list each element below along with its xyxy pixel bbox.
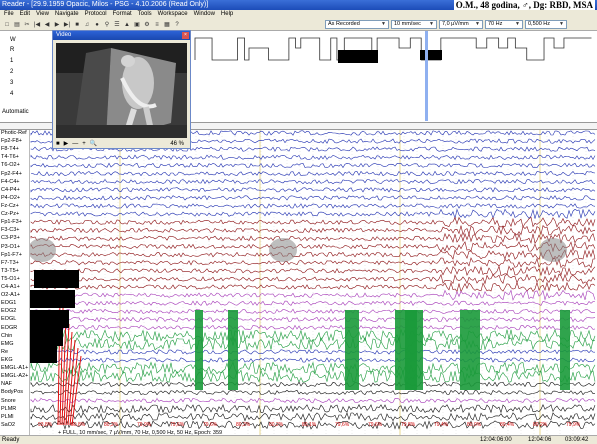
- status-time-1: 12:04:06:00: [480, 437, 512, 443]
- channel-label[interactable]: PLMR: [1, 406, 16, 412]
- annotation-box: [24, 310, 69, 328]
- emg-burst: [405, 310, 417, 390]
- stop-icon[interactable]: ■: [56, 141, 60, 147]
- emg-burst: [228, 310, 238, 390]
- status-ready: Ready: [2, 437, 20, 443]
- patient-video-image: [56, 43, 187, 138]
- zoom-in-icon[interactable]: +: [82, 141, 86, 147]
- artifact-marker: [539, 238, 567, 262]
- channel-label[interactable]: SaO2: [1, 422, 15, 428]
- annotation-box: [30, 290, 75, 308]
- channel-label[interactable]: EMGL-A1+: [1, 365, 28, 371]
- zoom-out-icon[interactable]: —: [72, 141, 78, 147]
- hypnogram-event-bar: [338, 50, 378, 63]
- video-controls: ■ ▶ — + 🔍 46 %: [56, 139, 187, 148]
- spo2-value: 79,6%: [335, 422, 350, 428]
- channel-label[interactable]: Cz-Pz+: [1, 211, 19, 217]
- annotation-box: [34, 270, 79, 288]
- emg-burst: [345, 310, 359, 390]
- spo2-value: 80,4%: [500, 422, 515, 428]
- video-window[interactable]: Video × ■ ▶ — + 🔍 46 %: [52, 30, 191, 149]
- channel-label[interactable]: Snore: [1, 398, 16, 404]
- video-close-icon[interactable]: ×: [182, 32, 189, 39]
- channel-label[interactable]: EOGR: [1, 325, 17, 331]
- channel-label[interactable]: Fp2-F4+: [1, 171, 22, 177]
- channel-label[interactable]: PLMl: [1, 414, 14, 420]
- channel-label[interactable]: P3-O1+: [1, 244, 20, 250]
- channel-label[interactable]: T6-O2+: [1, 162, 20, 168]
- channel-label[interactable]: C4-P4+: [1, 187, 20, 193]
- channel-label[interactable]: F3-C3+: [1, 227, 20, 233]
- emg-burst: [560, 310, 570, 390]
- spo2-value: 80,2%: [533, 422, 548, 428]
- channel-label[interactable]: T3-T5+: [1, 268, 19, 274]
- spo2-value: 79,6%: [203, 422, 218, 428]
- spo2-value: 79,4%: [434, 422, 449, 428]
- spo2-value: 80,2%: [104, 422, 119, 428]
- video-zoom-level: 46 %: [170, 140, 184, 147]
- video-title: Video: [53, 31, 190, 40]
- channel-label[interactable]: BodyPos: [1, 389, 23, 395]
- status-time-3: 03:09:42: [565, 437, 589, 443]
- spo2-value: 80,8%: [71, 422, 86, 428]
- video-frame: [56, 43, 187, 138]
- channel-label[interactable]: Re: [1, 349, 8, 355]
- spo2-value: 80,2%: [269, 422, 284, 428]
- channel-label[interactable]: Photic-Ref: [1, 130, 27, 136]
- trace-area: [30, 130, 597, 435]
- channel-label-column: Photic-Ref Fp2-F8+ F8-T4+ T4-T6+ T6-O2+ Fp2-F…: [0, 130, 30, 435]
- magnifier-icon[interactable]: 🔍: [90, 140, 97, 147]
- status-bar: Ready + FULL, 10 mm/sec, 7 µV/mm, 70 Hz,…: [0, 430, 597, 444]
- channel-label[interactable]: O2-A1+: [1, 292, 20, 298]
- artifact-marker: [28, 238, 56, 262]
- emg-burst: [460, 310, 480, 390]
- status-time-2: 12:04:06: [528, 437, 552, 443]
- channel-label[interactable]: Chin: [1, 333, 12, 339]
- channel-label[interactable]: Fp1-F7+: [1, 252, 22, 258]
- spo2-value: 79,6%: [368, 422, 383, 428]
- channel-label[interactable]: EOG2: [1, 308, 16, 314]
- channel-label[interactable]: EMG: [1, 341, 14, 347]
- spo2-value: 79,8%: [401, 422, 416, 428]
- channel-label[interactable]: T4-T6+: [1, 154, 19, 160]
- channel-label[interactable]: Fp1-F3+: [1, 219, 22, 225]
- channel-label[interactable]: Fz-Cz+: [1, 203, 19, 209]
- spo2-value: 80,1%: [302, 422, 317, 428]
- play-icon[interactable]: ▶: [64, 140, 69, 147]
- channel-label[interactable]: T5-O1+: [1, 276, 20, 282]
- status-montage: + FULL, 10 mm/sec, 7 µV/mm, 70 Hz, 0,500…: [58, 430, 223, 436]
- hypnogram-cursor: [425, 31, 428, 121]
- spo2-value: 80,0%: [467, 422, 482, 428]
- channel-label[interactable]: Fp2-F8+: [1, 138, 22, 144]
- channel-label[interactable]: P4-O2+: [1, 195, 20, 201]
- channel-label[interactable]: EKG: [1, 357, 13, 363]
- emg-burst: [195, 310, 203, 390]
- channel-label[interactable]: F7-T3+: [1, 260, 19, 266]
- reader-app: Reader - [29.9.1959 Opacic, Milos - PSG …: [0, 0, 597, 444]
- channel-label[interactable]: EMGL-A2+: [1, 373, 28, 379]
- spo2-value: 93,8%: [38, 422, 53, 428]
- spo2-value: 80,2%: [236, 422, 251, 428]
- artifact-marker: [269, 238, 297, 262]
- spo2-value: 79,9%: [566, 422, 581, 428]
- channel-label[interactable]: F8-T4+: [1, 146, 19, 152]
- channel-label[interactable]: C4-A1+: [1, 284, 20, 290]
- channel-label[interactable]: F4-C4+: [1, 179, 20, 185]
- spo2-value: 79,9%: [137, 422, 152, 428]
- channel-label[interactable]: EOGL: [1, 316, 16, 322]
- channel-label[interactable]: NAF: [1, 381, 12, 387]
- hypnogram-event-bar: [420, 50, 442, 60]
- channel-label[interactable]: C3-P3+: [1, 235, 20, 241]
- spo2-value: 79,6%: [170, 422, 185, 428]
- channel-label[interactable]: EOG1: [1, 300, 16, 306]
